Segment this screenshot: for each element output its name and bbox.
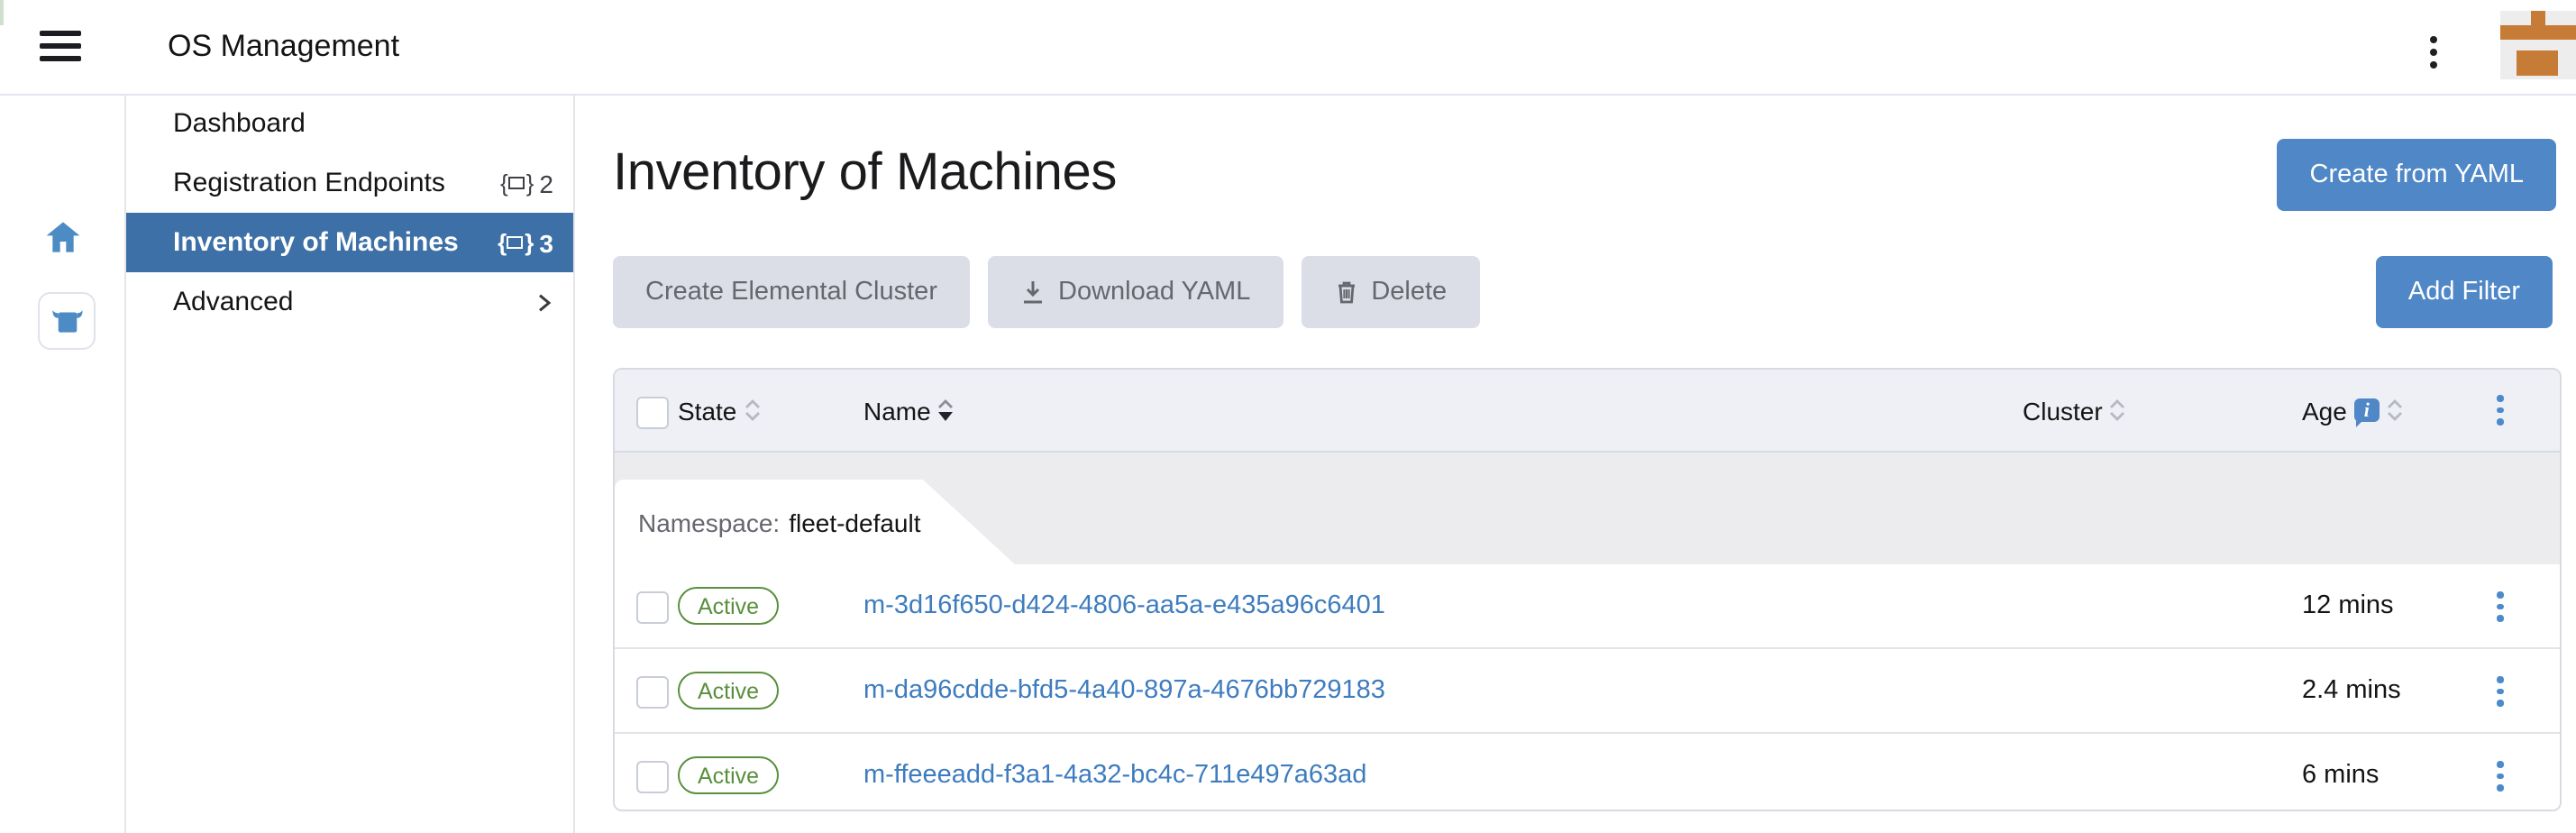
delete-button[interactable]: Delete [1301, 256, 1479, 328]
home-icon[interactable] [45, 220, 81, 254]
row-actions-kebab-icon[interactable] [2497, 591, 2503, 621]
sidebar-item-dashboard[interactable]: Dashboard [126, 94, 573, 153]
os-management-app: OS Management Dashboard Registr [0, 0, 2576, 833]
create-from-yaml-button[interactable]: Create from YAML [2278, 139, 2556, 211]
sort-icon [2110, 398, 2126, 422]
sidebar-divider [573, 94, 575, 833]
braces-resource-icon: {} [500, 169, 532, 197]
button-label: Delete [1371, 278, 1447, 307]
nav-label: Dashboard [173, 108, 306, 139]
age-value: 12 mins [2302, 591, 2394, 620]
top-header: OS Management [0, 0, 2576, 96]
button-label: Download YAML [1058, 278, 1250, 307]
namespace-group-tab: Namespace: fleet-default [615, 480, 1015, 564]
main-content: Inventory of Machines Create from YAML C… [613, 94, 2562, 833]
braces-resource-icon: {} [498, 229, 532, 256]
resource-count-badge: {} 2 [500, 169, 553, 197]
elemental-app-button[interactable] [38, 292, 96, 350]
table-row: Active m-3d16f650-d424-4806-aa5a-e435a96… [615, 564, 2560, 649]
select-all-checkbox[interactable] [636, 396, 669, 428]
add-filter-button[interactable]: Add Filter [2376, 256, 2553, 328]
column-header-cluster[interactable]: Cluster [2023, 370, 2126, 451]
age-info-tooltip-icon[interactable]: i [2354, 398, 2380, 422]
trash-icon [1333, 279, 1358, 305]
table-row: Active m-da96cdde-bfd5-4a40-897a-4676bb7… [615, 649, 2560, 734]
download-yaml-button[interactable]: Download YAML [988, 256, 1283, 328]
download-icon [1020, 279, 1046, 305]
sidebar-item-inventory-of-machines[interactable]: Inventory of Machines {} 3 [126, 213, 573, 272]
column-label: Age [2302, 396, 2347, 425]
nav-label: Advanced [173, 287, 293, 317]
status-badge: Active [678, 756, 779, 794]
sidebar-item-advanced[interactable]: Advanced [126, 272, 573, 332]
page-head: Inventory of Machines [613, 133, 2562, 213]
row-checkbox[interactable] [636, 591, 669, 624]
bull-icon [50, 307, 84, 335]
status-badge: Active [678, 672, 779, 709]
count-value: 2 [539, 169, 553, 197]
bulk-actions-row: Create Elemental Cluster Download YAML D… [613, 256, 2562, 328]
count-value: 3 [539, 228, 553, 257]
column-header-age[interactable]: Age i [2302, 370, 2403, 451]
machine-name-link[interactable]: m-da96cdde-bfd5-4a40-897a-4676bb729183 [863, 676, 1385, 705]
brand-logo [2500, 11, 2576, 79]
machine-name-link[interactable]: m-3d16f650-d424-4806-aa5a-e435a96c6401 [863, 591, 1385, 620]
chevron-right-icon [535, 293, 553, 311]
row-checkbox[interactable] [636, 761, 669, 793]
page-title: Inventory of Machines [613, 143, 1117, 203]
column-header-state[interactable]: State [678, 370, 760, 451]
sidebar-item-registration-endpoints[interactable]: Registration Endpoints {} 2 [126, 153, 573, 213]
icon-rail [0, 94, 124, 833]
column-label: Cluster [2023, 396, 2103, 425]
column-header-name[interactable]: Name [863, 370, 955, 451]
status-badge: Active [678, 587, 779, 625]
table-columns-kebab-icon[interactable] [2497, 395, 2503, 425]
header-kebab-icon[interactable] [2430, 36, 2437, 69]
row-actions-kebab-icon[interactable] [2497, 676, 2503, 706]
column-label: Name [863, 396, 931, 425]
nav-label: Inventory of Machines [173, 227, 459, 258]
age-value: 6 mins [2302, 761, 2379, 790]
sort-icon [2387, 398, 2403, 422]
row-actions-kebab-icon[interactable] [2497, 761, 2503, 791]
table-header: State Name Cluster [615, 370, 2560, 453]
sort-icon [744, 398, 760, 422]
namespace-group-row: Namespace: fleet-default [615, 453, 2560, 564]
namespace-value: fleet-default [789, 508, 920, 536]
nav-label: Registration Endpoints [173, 168, 445, 198]
create-elemental-cluster-button[interactable]: Create Elemental Cluster [613, 256, 970, 328]
table-row: Active m-ffeeeadd-f3a1-4a32-bc4c-711e497… [615, 734, 2560, 811]
resource-count-badge: {} 3 [498, 228, 553, 257]
hamburger-menu-icon[interactable] [40, 31, 81, 63]
app-title: OS Management [168, 0, 399, 94]
machines-table: State Name Cluster [613, 368, 2562, 811]
column-label: State [678, 396, 736, 425]
row-checkbox[interactable] [636, 676, 669, 709]
side-nav: Dashboard Registration Endpoints {} 2 In… [126, 94, 573, 332]
sort-icon-active-desc [938, 398, 955, 422]
age-value: 2.4 mins [2302, 676, 2401, 705]
namespace-label: Namespace: [638, 508, 780, 536]
corner-decoration [0, 0, 4, 25]
machine-name-link[interactable]: m-ffeeeadd-f3a1-4a32-bc4c-711e497a63ad [863, 761, 1366, 790]
